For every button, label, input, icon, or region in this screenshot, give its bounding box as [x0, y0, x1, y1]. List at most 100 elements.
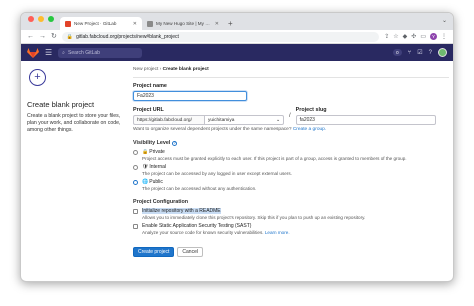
- chevron-down-icon: ⌄: [275, 117, 280, 123]
- user-avatar[interactable]: [438, 48, 447, 57]
- project-slug-value: fa2023: [299, 117, 315, 123]
- internal-description: The project can be accessed by any logge…: [142, 171, 292, 176]
- tab-title: New Project · GitLab: [74, 21, 117, 26]
- hugo-favicon-icon: [147, 20, 153, 27]
- lock-icon: 🔒: [142, 149, 149, 155]
- shield-icon: 🛡: [142, 164, 149, 170]
- issues-counter-badge[interactable]: 0: [393, 49, 402, 56]
- profile-avatar[interactable]: Y: [430, 33, 437, 40]
- breadcrumb-parent[interactable]: New project: [133, 67, 158, 72]
- gitlab-favicon-icon: [65, 20, 71, 27]
- breadcrumb-separator: ›: [159, 67, 162, 72]
- sidebar-icon[interactable]: ▭: [420, 33, 426, 40]
- url-field[interactable]: 🔒 gitlab.fabcloud.org/projects/new#blank…: [61, 31, 380, 42]
- internal-label: Internal: [149, 164, 167, 170]
- browser-menu-icon[interactable]: ⋮: [441, 33, 447, 40]
- url-slug-row: Project URL https://gitlab.fabcloud.org/…: [133, 102, 449, 125]
- visibility-option-public[interactable]: 🌐Public The project can be accessed with…: [133, 179, 449, 191]
- public-label: Public: [149, 179, 163, 185]
- back-arrow-icon[interactable]: ←: [27, 33, 34, 40]
- visibility-label: Visibility Level: [133, 140, 171, 146]
- project-url-field: https://gitlab.fabcloud.org/ yuichitamiy…: [133, 115, 284, 125]
- create-group-link[interactable]: Create a group.: [293, 127, 326, 132]
- cancel-button[interactable]: Cancel: [177, 247, 203, 257]
- visibility-heading: Visibility Level ?: [133, 140, 449, 146]
- window-controls: [21, 13, 60, 30]
- tab-search-chevron-icon[interactable]: ⌄: [442, 17, 447, 24]
- tab-new-project[interactable]: New Project · GitLab ✕: [60, 17, 142, 30]
- gitlab-nav-actions: 0 ⑂ ☑ ?: [393, 48, 447, 57]
- sast-option[interactable]: Enable Static Application Security Testi…: [133, 223, 449, 235]
- sast-description: Analyze your source code for known secur…: [142, 230, 264, 235]
- search-placeholder: Search GitLab: [67, 49, 100, 56]
- puzzle-icon[interactable]: ✣: [411, 33, 416, 40]
- project-url-label: Project URL: [133, 107, 164, 113]
- visibility-option-internal[interactable]: 🛡Internal The project can be accessed by…: [133, 164, 449, 176]
- minimize-window-button[interactable]: [38, 16, 44, 22]
- visibility-option-private[interactable]: 🔒Private Project access must be granted …: [133, 149, 449, 161]
- close-window-button[interactable]: [28, 16, 34, 22]
- readme-checkbox[interactable]: [133, 209, 138, 214]
- forward-arrow-icon[interactable]: →: [39, 33, 46, 40]
- namespace-value: yuichitamiya: [208, 117, 235, 123]
- hamburger-menu-icon[interactable]: ☰: [45, 48, 52, 57]
- private-description: Project access must be granted explicitl…: [142, 156, 407, 161]
- left-info-panel: + Create blank project Create a blank pr…: [27, 69, 125, 134]
- project-configuration-label: Project Configuration: [133, 199, 189, 205]
- group-hint-text: Want to organize several dependent proje…: [133, 127, 292, 132]
- maximize-window-button[interactable]: [48, 16, 54, 22]
- breadcrumb: New project › Create blank project: [133, 61, 449, 78]
- readme-option[interactable]: Initialize repository with a README Allo…: [133, 208, 449, 220]
- project-slug-input[interactable]: fa2023: [295, 115, 436, 125]
- sast-checkbox[interactable]: [133, 224, 138, 229]
- help-question-icon[interactable]: ?: [172, 140, 178, 146]
- learn-more-link[interactable]: Learn more.: [265, 230, 290, 235]
- tab-hugo-site[interactable]: My New Hugo Site | My New ✕: [142, 17, 224, 30]
- project-url-group: Project URL https://gitlab.fabcloud.org/…: [133, 102, 284, 125]
- public-description: The project can be accessed without any …: [142, 186, 257, 191]
- create-project-form: New project › Create blank project Proje…: [133, 61, 449, 257]
- sast-label: Enable Static Application Security Testi…: [142, 223, 252, 229]
- gitlab-search-input[interactable]: ⌕ Search GitLab: [58, 47, 143, 58]
- plus-circle-icon: +: [29, 69, 46, 86]
- bookmark-star-icon[interactable]: ☆: [393, 33, 398, 40]
- project-slug-group: Project slug fa2023: [295, 102, 436, 125]
- help-icon[interactable]: ?: [429, 50, 432, 56]
- project-name-input[interactable]: Fa2023: [133, 91, 247, 101]
- browser-window: New Project · GitLab ✕ My New Hugo Site …: [20, 12, 454, 282]
- tab-strip: New Project · GitLab ✕ My New Hugo Site …: [21, 13, 453, 30]
- new-tab-button[interactable]: +: [224, 19, 237, 30]
- close-tab-icon[interactable]: ✕: [215, 21, 219, 27]
- page-title: Create blank project: [27, 100, 95, 109]
- gitlab-top-nav: ☰ ⌕ Search GitLab 0 ⑂ ☑ ?: [21, 44, 453, 61]
- todo-check-icon[interactable]: ☑: [417, 49, 422, 56]
- close-tab-icon[interactable]: ✕: [133, 21, 137, 27]
- private-label: Private: [149, 149, 165, 155]
- namespace-select[interactable]: yuichitamiya ⌄: [204, 115, 284, 125]
- public-radio[interactable]: [133, 180, 138, 185]
- project-url-prefix: https://gitlab.fabcloud.org/: [133, 115, 204, 125]
- search-icon: ⌕: [62, 49, 65, 56]
- tab-title: My New Hugo Site | My New: [156, 21, 212, 26]
- private-radio[interactable]: [133, 150, 138, 155]
- readme-description: Allows you to immediately clone this pro…: [142, 215, 366, 220]
- project-slug-label: Project slug: [295, 107, 327, 113]
- group-hint: Want to organize several dependent proje…: [133, 127, 449, 132]
- extensions-area: ⇪ ☆ ◆ ✣ ▭ Y ⋮: [384, 33, 447, 40]
- create-project-button[interactable]: Create project: [133, 247, 175, 257]
- extension-icon[interactable]: ◆: [403, 33, 408, 40]
- merge-request-icon[interactable]: ⑂: [408, 50, 412, 56]
- form-actions: Create project Cancel: [133, 247, 449, 257]
- url-slash: /: [289, 113, 291, 119]
- reload-icon[interactable]: ↻: [51, 33, 57, 40]
- address-bar: ← → ↻ 🔒 gitlab.fabcloud.org/projects/new…: [21, 30, 453, 44]
- project-name-label: Project name: [133, 83, 167, 89]
- share-icon[interactable]: ⇪: [384, 33, 389, 40]
- project-name-value: Fa2023: [137, 93, 154, 99]
- breadcrumb-current: Create blank project: [162, 67, 209, 72]
- url-text: gitlab.fabcloud.org/projects/new#blank_p…: [76, 33, 179, 40]
- internal-radio[interactable]: [133, 165, 138, 170]
- page-description: Create a blank project to store your fil…: [27, 113, 121, 133]
- gitlab-logo-icon[interactable]: [27, 47, 39, 58]
- main-content: + Create blank project Create a blank pr…: [21, 61, 453, 281]
